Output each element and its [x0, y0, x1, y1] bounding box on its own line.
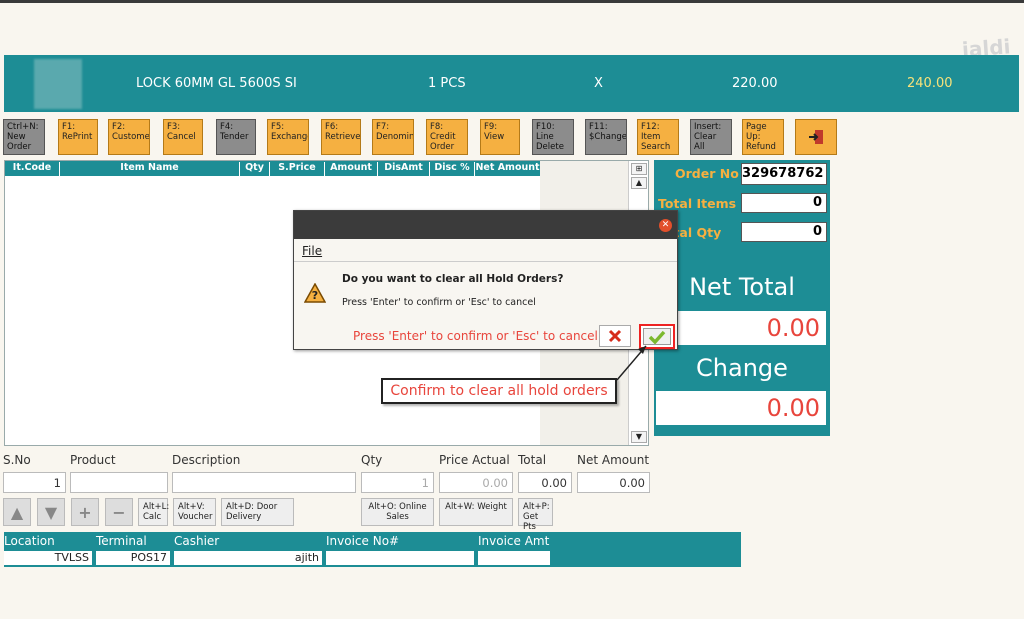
callout-arrow: [616, 345, 647, 381]
callout-annotation: Confirm to clear all hold orders: [381, 378, 617, 404]
